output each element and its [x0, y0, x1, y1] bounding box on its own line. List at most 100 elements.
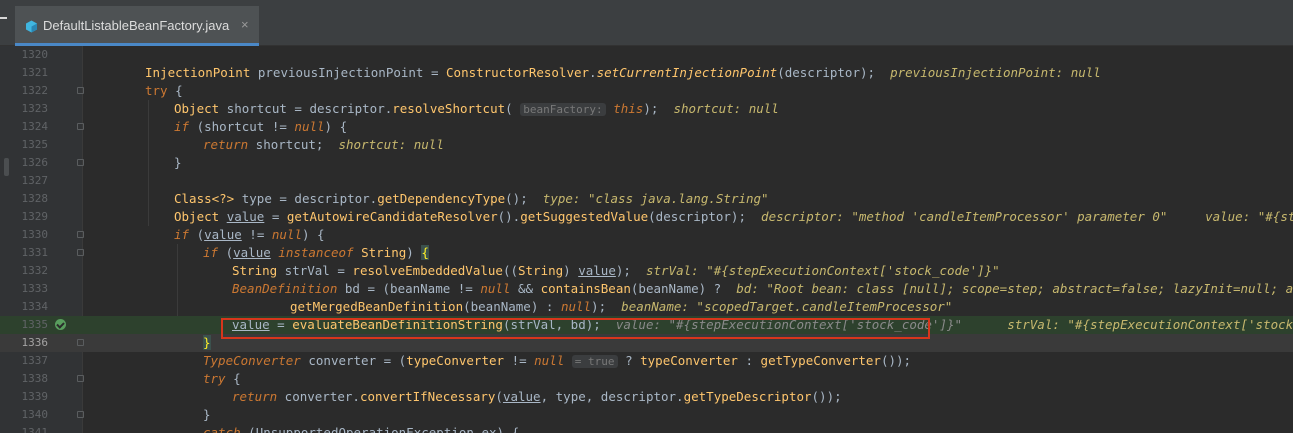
fold-marker-icon[interactable] — [77, 123, 84, 130]
parameter-hint: beanFactory: — [520, 103, 606, 116]
code-token: ( — [505, 101, 513, 116]
code-token: , type, descriptor. — [540, 389, 684, 404]
fold-marker-icon[interactable] — [77, 375, 84, 382]
line-number: 1336 — [21, 336, 49, 349]
execution-point-icon[interactable] — [55, 319, 66, 330]
code-token: ? — [617, 353, 641, 368]
type-token: String — [518, 263, 564, 278]
code-token: (descriptor); — [648, 209, 746, 224]
keyword-token: instanceof — [278, 245, 354, 260]
code-text[interactable]: } — [174, 154, 182, 172]
code-token: (); — [505, 191, 528, 206]
keyword-token: try — [203, 371, 226, 386]
inline-debug-value: strVal: "#{stepExecutionContext['stock_c… — [645, 263, 1000, 278]
type-token: Class<?> — [174, 191, 235, 206]
code-text[interactable]: TypeConverter converter = (typeConverter… — [203, 352, 911, 371]
variable-token: value — [233, 245, 271, 260]
code-token: && — [510, 281, 541, 296]
fold-marker-icon[interactable] — [77, 249, 84, 256]
method-token: convertIfNecessary — [359, 389, 496, 404]
fold-marker-icon[interactable] — [77, 231, 84, 238]
code-text[interactable]: Class<?> type = descriptor.getDependency… — [174, 190, 769, 208]
inline-debug-value: bd: "Root bean: class [null]; scope=step… — [736, 281, 1293, 296]
fold-marker-icon[interactable] — [77, 339, 84, 346]
code-token: ) — [406, 245, 422, 260]
code-text[interactable]: if (shortcut != null) { — [174, 118, 347, 136]
code-text[interactable]: } — [203, 334, 211, 352]
code-text[interactable]: return converter.convertIfNecessary(valu… — [232, 388, 842, 406]
code-token: ) { — [324, 119, 348, 134]
method-token: getTypeDescriptor — [683, 389, 812, 404]
code-token: previousInjectionPoint = — [250, 65, 447, 80]
code-text[interactable]: if (value instanceof String) { — [203, 244, 429, 262]
code-text[interactable]: BeanDefinition bd = (beanName != null &&… — [232, 280, 1293, 298]
type-token: Object — [174, 209, 220, 224]
code-text[interactable]: try { — [145, 82, 183, 100]
code-token: : — [737, 353, 761, 368]
code-token: converter = ( — [300, 353, 407, 368]
code-line: 1332 String strVal = resolveEmbeddedValu… — [0, 262, 1293, 280]
variable-token: value — [204, 227, 242, 242]
code-line: 1337 TypeConverter converter = (typeConv… — [0, 352, 1293, 370]
code-token: ); — [643, 101, 659, 116]
code-text[interactable]: Object value = getAutowireCandidateResol… — [174, 208, 1293, 226]
inline-debug-value: strVal: "#{stepExecutionContext['stock_c… — [1007, 317, 1293, 332]
field-token: typeConverter — [406, 353, 505, 368]
variable-token: value — [502, 389, 541, 404]
type-token: ConstructorResolver — [446, 65, 590, 80]
code-token: (shortcut != — [189, 119, 295, 134]
code-line: 1330 if (value != null) { — [0, 226, 1293, 244]
keyword-token: null — [534, 353, 565, 368]
code-line: 1324 if (shortcut != null) { — [0, 118, 1293, 136]
fold-marker-icon[interactable] — [77, 87, 84, 94]
code-text[interactable]: return shortcut; shortcut: null — [203, 136, 444, 154]
tab-default-listable-bean-factory[interactable]: DefaultListableBeanFactory.java × — [15, 6, 259, 46]
close-tab-icon[interactable]: × — [241, 17, 249, 32]
code-text[interactable]: getMergedBeanDefinition(beanName) : null… — [290, 298, 952, 316]
fold-marker-icon[interactable] — [77, 159, 84, 166]
variable-token: value — [226, 209, 265, 224]
code-token: shortcut = descriptor. — [219, 101, 393, 116]
method-token: containsBean — [540, 281, 631, 296]
inline-debug-value: type: "class java.lang.String" — [542, 191, 769, 206]
code-token: (beanName) : — [463, 299, 561, 314]
line-number: 1323 — [21, 102, 49, 115]
code-token: converter. — [277, 389, 360, 404]
code-line: 1341 catch (UnsupportedOperationExceptio… — [0, 424, 1293, 433]
code-token: ) — [563, 263, 579, 278]
fold-marker-icon[interactable] — [77, 411, 84, 418]
code-token: ( — [495, 389, 503, 404]
inline-debug-value: shortcut: null — [673, 101, 779, 116]
code-token: != — [241, 227, 272, 242]
tab-label: DefaultListableBeanFactory.java — [43, 18, 230, 33]
code-text[interactable]: Object shortcut = descriptor.resolveShor… — [174, 100, 779, 119]
code-line: 1334 getMergedBeanDefinition(beanName) :… — [0, 298, 1293, 316]
type-token: Object — [174, 101, 220, 116]
inline-debug-value: previousInjectionPoint: null — [890, 65, 1101, 80]
code-token: = — [264, 209, 287, 224]
code-line: 1321 InjectionPoint previousInjectionPoi… — [0, 64, 1293, 82]
line-number: 1333 — [21, 282, 49, 295]
code-line: 1338 try { — [0, 370, 1293, 388]
variable-token: value — [578, 263, 616, 278]
code-text[interactable]: try { — [203, 370, 241, 388]
keyword-token: return — [232, 389, 278, 404]
code-token: shortcut; — [248, 137, 324, 152]
code-editor[interactable]: 1320 1321 InjectionPoint previousInjecti… — [0, 46, 1293, 433]
code-token: (). — [497, 209, 521, 224]
keyword-token: if — [174, 227, 190, 242]
code-token: != — [504, 353, 535, 368]
code-text[interactable]: if (value != null) { — [174, 226, 325, 244]
method-token: resolveShortcut — [392, 101, 506, 116]
code-text[interactable]: } — [203, 406, 211, 424]
code-token: strVal = — [277, 263, 353, 278]
code-token: (( — [502, 263, 518, 278]
code-line: 1340 } — [0, 406, 1293, 424]
line-number: 1327 — [21, 174, 49, 187]
code-text[interactable]: catch (UnsupportedOperationException ex)… — [203, 424, 519, 433]
tab-overflow-marker[interactable] — [0, 17, 7, 19]
keyword-token: try — [145, 83, 168, 98]
code-token: ()); — [880, 353, 912, 368]
code-text[interactable]: String strVal = resolveEmbeddedValue((St… — [232, 262, 1000, 280]
code-text[interactable]: InjectionPoint previousInjectionPoint = … — [145, 64, 1101, 82]
